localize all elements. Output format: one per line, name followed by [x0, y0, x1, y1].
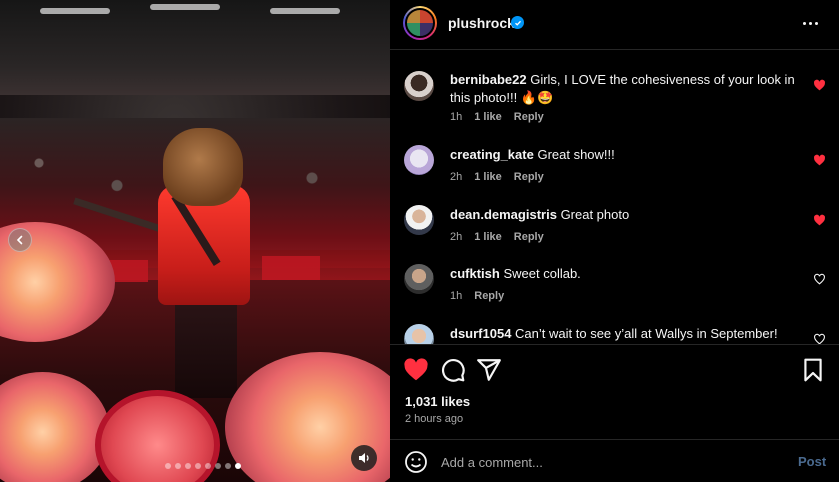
carousel-dot: [165, 463, 171, 469]
comment-username[interactable]: dean.demagistris: [450, 207, 557, 222]
guitarist-legs: [175, 298, 237, 398]
share-button[interactable]: [476, 357, 502, 383]
audio-icon: [359, 453, 369, 463]
comment-time: 2h: [450, 231, 463, 243]
guitarist-hair: [163, 128, 243, 206]
audio-toggle-button[interactable]: [351, 445, 377, 471]
carousel-dot: [195, 463, 201, 469]
save-button[interactable]: [800, 357, 826, 383]
post-comment-button[interactable]: Post: [798, 454, 826, 469]
comment-username[interactable]: dsurf1054: [450, 326, 511, 341]
post-media[interactable]: [0, 0, 390, 482]
emoji-button[interactable]: [404, 450, 428, 474]
carousel-dot: [205, 463, 211, 469]
reply-button[interactable]: Reply: [514, 171, 544, 183]
heart-outline-icon[interactable]: [813, 273, 826, 286]
comment-avatar[interactable]: [404, 324, 434, 344]
comment-meta: 1h 1 like Reply: [450, 111, 544, 123]
comment-time: 1h: [450, 111, 463, 123]
comment-likes[interactable]: 1 like: [474, 171, 502, 183]
heart-icon: [404, 358, 428, 381]
post-detail-panel: plushrocks bernibabe22 Girls, I LOVE the…: [390, 0, 839, 482]
comment-text: Sweet collab.: [503, 266, 581, 281]
comment-likes[interactable]: 1 like: [474, 111, 502, 123]
comment-likes[interactable]: 1 like: [474, 231, 502, 243]
comments-list[interactable]: bernibabe22 Girls, I LOVE the cohesivene…: [390, 51, 839, 344]
author-avatar[interactable]: [403, 6, 437, 40]
comment-username[interactable]: creating_kate: [450, 147, 534, 162]
comment-meta: 2h 1 like Reply: [450, 231, 544, 243]
reply-button[interactable]: Reply: [514, 111, 544, 123]
heart-icon[interactable]: [813, 214, 826, 227]
comment-avatar[interactable]: [404, 145, 434, 175]
comment-text: Great show!!!: [537, 147, 615, 162]
comment-text: Great photo: [560, 207, 630, 222]
comment-avatar[interactable]: [404, 264, 434, 294]
more-icon: [803, 21, 806, 25]
comment-button[interactable]: [440, 357, 466, 383]
carousel-dot: [215, 463, 221, 469]
share-icon: [477, 359, 501, 381]
like-button[interactable]: [403, 357, 429, 383]
reply-button[interactable]: Reply: [474, 290, 504, 302]
comment-composer: Post: [390, 439, 839, 482]
post-header: plushrocks: [390, 0, 839, 50]
carousel-dot: [235, 463, 241, 469]
comment-avatar[interactable]: [404, 205, 434, 235]
carousel-dot: [185, 463, 191, 469]
stage-light: [270, 8, 340, 14]
carousel-dot: [225, 463, 231, 469]
comment-username[interactable]: bernibabe22: [450, 72, 527, 87]
stage-light: [150, 4, 220, 10]
venue-ceiling: [0, 0, 390, 95]
chevron-left-icon: [16, 235, 23, 245]
heart-icon[interactable]: [813, 79, 826, 92]
verified-badge-icon: [511, 16, 524, 29]
more-options-button[interactable]: [803, 17, 821, 29]
comment-meta: 1h Reply: [450, 290, 504, 302]
like-count[interactable]: 1,031 likes: [405, 394, 470, 409]
comment-time: 2h: [450, 171, 463, 183]
carousel-indicator: [165, 463, 241, 469]
comment-avatar[interactable]: [404, 71, 434, 101]
post-timestamp: 2 hours ago: [405, 413, 464, 425]
comment-text: Can’t wait to see y’all at Wallys in Sep…: [515, 326, 778, 341]
bookmark-icon: [804, 358, 822, 382]
reply-button[interactable]: Reply: [514, 231, 544, 243]
heart-icon[interactable]: [813, 154, 826, 167]
post-actions: 1,031 likes 2 hours ago: [390, 344, 839, 439]
comment-username[interactable]: cufktish: [450, 266, 500, 281]
comment-input[interactable]: [441, 451, 781, 473]
carousel-dot: [175, 463, 181, 469]
heart-outline-icon[interactable]: [813, 333, 826, 344]
stage-light: [40, 8, 110, 14]
carousel-prev-button[interactable]: [8, 228, 32, 252]
stage-monitor: [262, 256, 320, 280]
comment-icon: [442, 359, 465, 382]
comment-meta: 2h 1 like Reply: [450, 171, 544, 183]
comment-time: 1h: [450, 290, 463, 302]
emoji-icon: [405, 451, 427, 473]
